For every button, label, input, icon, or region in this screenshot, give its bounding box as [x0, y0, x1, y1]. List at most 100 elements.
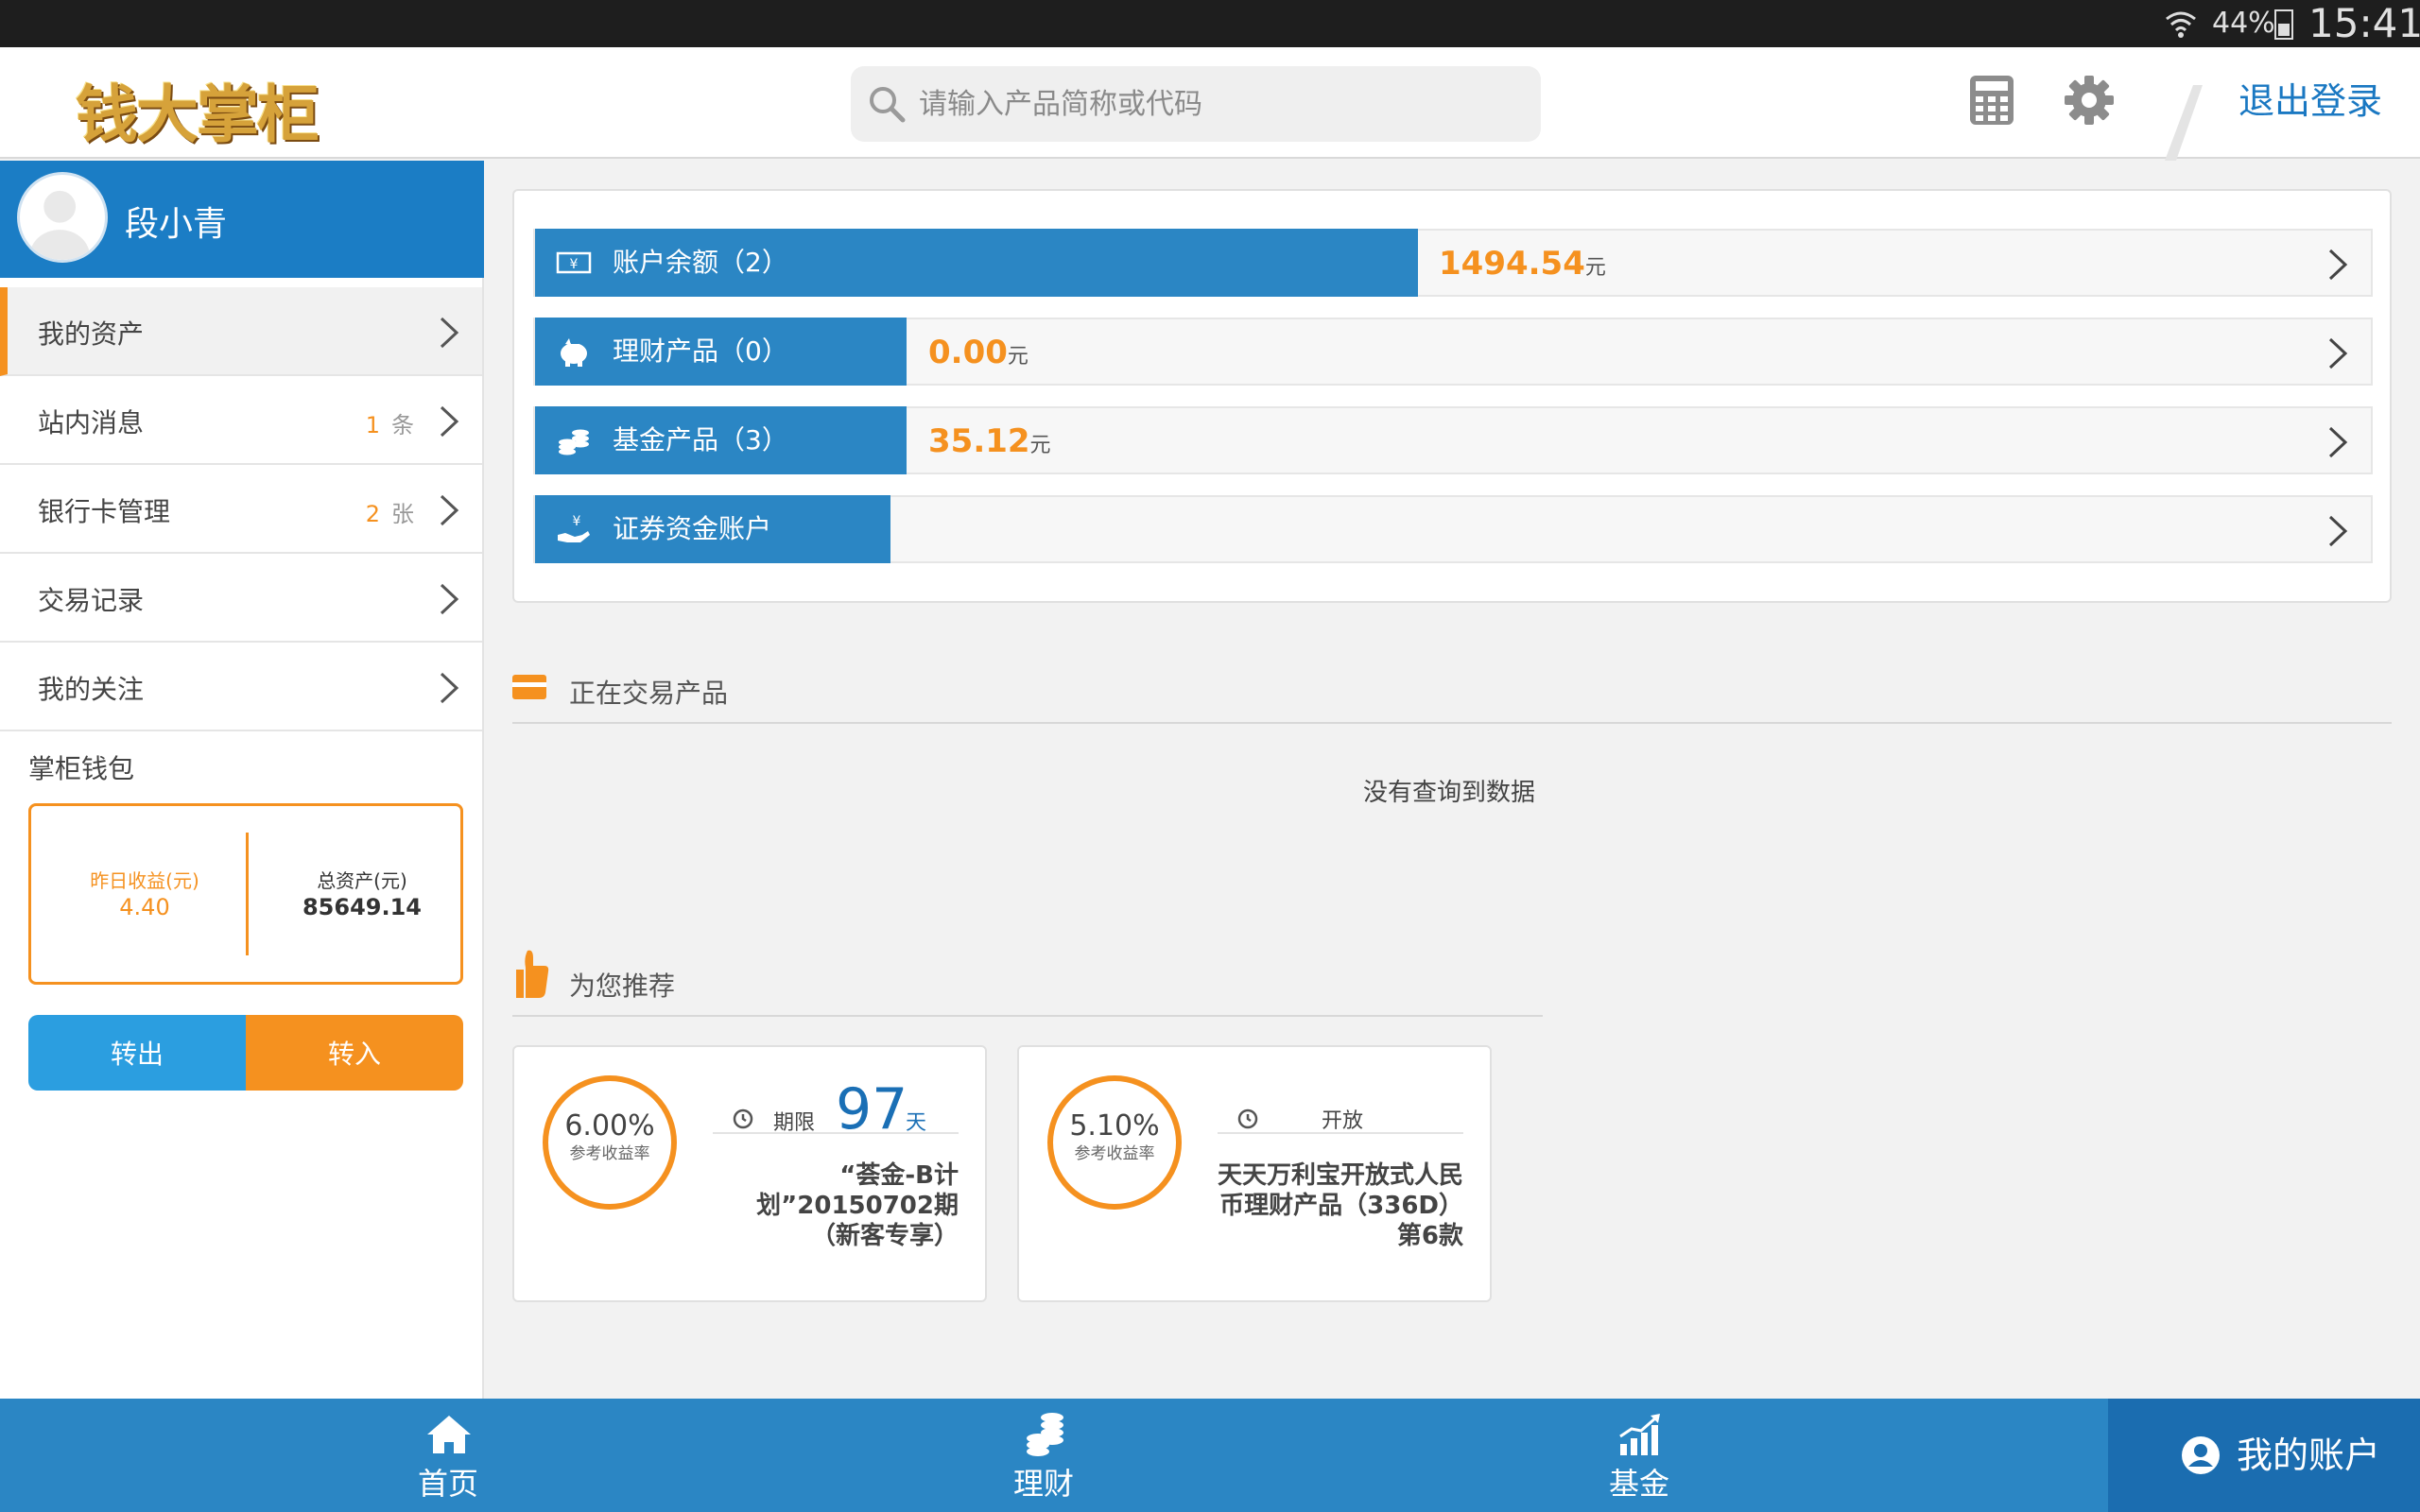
chevron-right-icon: [440, 672, 459, 704]
rate-ring: 6.00% 参考收益率: [543, 1075, 677, 1210]
reference-rate: 6.00%: [564, 1109, 655, 1143]
account-balance-row[interactable]: ¥ 账户余额（2） 1494.54元: [533, 229, 2373, 297]
sidebar-item-my-assets[interactable]: 我的资产: [0, 287, 482, 376]
sidebar-item-label: 站内消息: [38, 407, 145, 438]
user-circle-icon: [2182, 1436, 2220, 1474]
sidebar-item-label: 我的资产: [38, 318, 145, 350]
fund-products-value: 35.12元: [928, 422, 1051, 460]
message-count: 1条: [365, 412, 414, 438]
app-logo[interactable]: 钱大掌柜: [76, 64, 320, 155]
svg-text:¥: ¥: [570, 257, 579, 272]
securities-account-tab: ¥ 证券资金账户: [535, 495, 890, 563]
chevron-right-icon: [440, 405, 459, 438]
nav-fund-label: 基金: [1608, 1466, 1669, 1502]
transfer-in-button[interactable]: 转入: [246, 1015, 463, 1091]
search-box[interactable]: [851, 66, 1541, 142]
securities-account-label: 证券资金账户: [613, 513, 772, 544]
search-icon: [870, 87, 906, 123]
fund-products-tab: 基金产品（3）: [535, 406, 907, 474]
fund-products-row[interactable]: 基金产品（3） 35.12元: [533, 406, 2373, 474]
chevron-right-icon: [2328, 337, 2348, 369]
sidebar-item-messages[interactable]: 站内消息 1条: [0, 376, 482, 465]
nav-my-account-label: 我的账户: [2237, 1435, 2381, 1476]
empty-state-text: 没有查询到数据: [1363, 779, 1536, 807]
hand-yen-icon: ¥: [558, 514, 590, 542]
header-divider: [2165, 85, 2203, 161]
sidebar-item-label: 交易记录: [38, 585, 145, 616]
product-term: 期限 97 天: [713, 1074, 959, 1140]
logout-button[interactable]: 退出登录: [2238, 77, 2382, 125]
battery-percent: 44%: [2212, 7, 2275, 40]
reference-rate-label: 参考收益率: [569, 1144, 650, 1163]
recommend-card[interactable]: 5.10% 参考收益率 开放 天天万利宝开放式人民币理财产品（336D）第6款: [1017, 1045, 1492, 1302]
nav-home-label: 首页: [417, 1466, 478, 1502]
clock-icon: [1237, 1108, 1258, 1129]
thumbs-up-icon: [516, 950, 549, 998]
account-balance-label: 账户余额（2）: [613, 247, 788, 278]
app-header: 钱大掌柜 退出登录: [0, 47, 2420, 161]
reference-rate-label: 参考收益率: [1074, 1144, 1155, 1163]
chevron-right-icon: [2328, 515, 2348, 547]
yesterday-earnings-label: 昨日收益(元): [90, 869, 199, 892]
wealth-products-value: 0.00元: [928, 334, 1028, 371]
wealth-products-tab: 理财产品（0）: [535, 318, 907, 386]
credit-card-icon: [512, 675, 546, 699]
status-bar: 44% 15:41: [0, 0, 2420, 47]
sidebar-menu: 我的资产 站内消息 1条 银行卡管理 2张 交易记录 我的关注: [0, 287, 482, 731]
chart-icon: [1619, 1414, 1660, 1455]
calculator-icon[interactable]: [1968, 74, 2015, 127]
trading-section-title: 正在交易产品: [569, 678, 729, 709]
user-profile[interactable]: 段小青: [0, 161, 484, 278]
term-label: 开放: [1322, 1109, 1364, 1133]
yesterday-earnings: 昨日收益(元) 4.40: [50, 868, 239, 921]
yesterday-earnings-value: 4.40: [119, 894, 170, 920]
account-balance-tab: ¥ 账户余额（2）: [535, 229, 1418, 297]
recommend-section-divider: [512, 1015, 1543, 1017]
bottom-navigation: 首页 理财 基金 我的账户: [0, 1399, 2420, 1512]
term-value: 97: [836, 1076, 908, 1143]
coins-icon: [559, 429, 589, 455]
search-input[interactable]: [919, 76, 1524, 132]
user-name: 段小青: [125, 205, 228, 244]
wallet-divider: [246, 833, 249, 955]
total-assets-label: 总资产(元): [317, 869, 407, 892]
total-assets-value: 85649.14: [302, 894, 422, 920]
trading-section-divider: [512, 722, 2392, 724]
chevron-right-icon: [440, 583, 459, 615]
securities-account-row[interactable]: ¥ 证券资金账户: [533, 495, 2373, 563]
chevron-right-icon: [2328, 249, 2348, 281]
wallet-summary: 昨日收益(元) 4.40 总资产(元) 85649.14: [28, 803, 463, 985]
chevron-right-icon: [2328, 426, 2348, 458]
account-balance-value: 1494.54元: [1439, 245, 1606, 283]
clock-icon: [733, 1108, 753, 1129]
sidebar-item-bank-cards[interactable]: 银行卡管理 2张: [0, 465, 482, 554]
sidebar: 段小青 我的资产 站内消息 1条 银行卡管理 2张 交易记录 我的关注 掌柜钱包…: [0, 161, 484, 1399]
bank-card-count: 2张: [365, 501, 414, 527]
wifi-icon: [2166, 11, 2196, 38]
account-summary-card: ¥ 账户余额（2） 1494.54元 理财产品（0） 0.00元 基金产品（3）…: [512, 189, 2392, 603]
sidebar-item-transactions[interactable]: 交易记录: [0, 554, 482, 643]
transfer-out-button[interactable]: 转出: [28, 1015, 246, 1091]
recommend-section-title: 为您推荐: [569, 971, 676, 1002]
nav-home[interactable]: 首页: [354, 1399, 543, 1512]
nav-finance[interactable]: 理财: [949, 1399, 1138, 1512]
wealth-products-row[interactable]: 理财产品（0） 0.00元: [533, 318, 2373, 386]
gear-icon[interactable]: [2063, 74, 2116, 127]
clock-time: 15:41: [2308, 0, 2420, 46]
fund-products-label: 基金产品（3）: [613, 424, 788, 455]
user-silhouette-icon: [29, 190, 91, 260]
home-icon: [427, 1416, 471, 1453]
recommend-card[interactable]: 6.00% 参考收益率 期限 97 天 “荟金-B计划”20150702期（新客…: [512, 1045, 987, 1302]
term-label: 期限: [773, 1111, 816, 1135]
nav-finance-label: 理财: [1012, 1466, 1074, 1502]
sidebar-item-label: 我的关注: [38, 674, 145, 705]
avatar[interactable]: [17, 172, 108, 263]
cash-icon: ¥: [556, 251, 592, 274]
term-unit: 天: [906, 1111, 927, 1135]
nav-fund[interactable]: 基金: [1545, 1399, 1734, 1512]
wealth-products-label: 理财产品（0）: [613, 335, 788, 367]
battery-icon: [2274, 9, 2293, 40]
product-name: “荟金-B计划”20150702期（新客专享）: [756, 1161, 959, 1250]
piggy-bank-icon: [561, 338, 587, 367]
sidebar-item-watchlist[interactable]: 我的关注: [0, 643, 482, 731]
